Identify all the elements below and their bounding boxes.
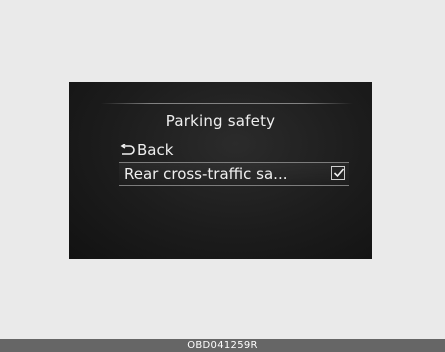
- checkbox-checked-icon[interactable]: [331, 166, 345, 180]
- back-label: Back: [137, 141, 174, 159]
- infotainment-screen: Parking safety Back Rear cross-traffic s…: [69, 82, 372, 259]
- menu-title: Parking safety: [165, 112, 276, 130]
- page-frame: Parking safety Back Rear cross-traffic s…: [0, 0, 445, 352]
- figure-code: OBD041259R: [187, 340, 258, 351]
- rear-cross-traffic-label: Rear cross-traffic sa...: [124, 165, 288, 183]
- back-arrow-icon: [119, 139, 137, 161]
- rear-cross-traffic-menu-item[interactable]: Rear cross-traffic sa...: [119, 162, 349, 186]
- back-menu-item[interactable]: Back: [119, 139, 173, 161]
- footer-bar: OBD041259R: [0, 339, 445, 352]
- top-divider: [101, 103, 353, 104]
